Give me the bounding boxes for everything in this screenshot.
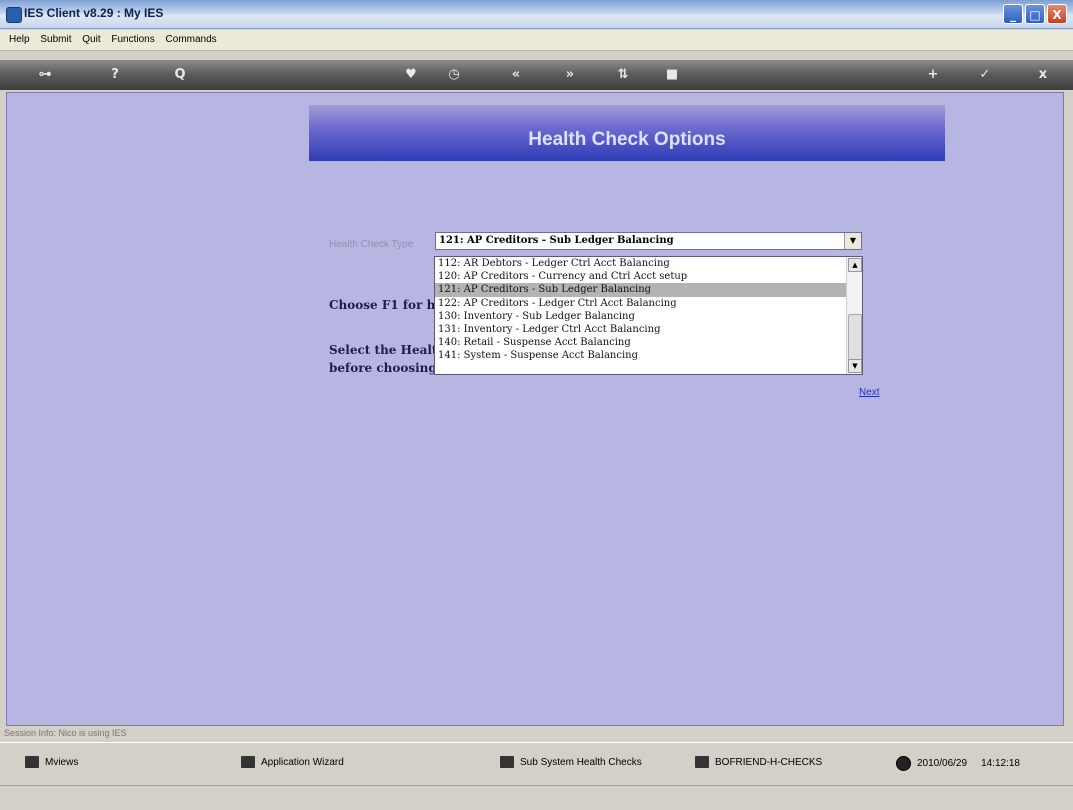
close-panel-icon[interactable]: x [1035, 67, 1051, 83]
app-wizard-label: Application Wizard [261, 756, 344, 768]
next-link[interactable]: Next [859, 387, 880, 398]
heart-icon[interactable]: ♥ [403, 67, 419, 83]
menu-submit[interactable]: Submit [36, 30, 75, 49]
page-title: Health Check Options [528, 129, 726, 150]
instruction-line-2: Select the Healt [329, 343, 438, 357]
main-panel: Health Check Options Health Check Type 1… [6, 92, 1064, 726]
toolbar: ⊶ ? Q ♥ ◷ « » ⇅ ■ + ✓ x [0, 60, 1073, 90]
help-icon[interactable]: ? [107, 67, 123, 83]
list-item[interactable]: 120: AP Creditors - Currency and Ctrl Ac… [435, 270, 848, 283]
back-icon[interactable]: « [508, 67, 524, 83]
session-info: Session Info: Nico is using IES [0, 727, 1073, 741]
menu-functions[interactable]: Functions [107, 30, 158, 49]
mviews-label: Mviews [45, 756, 79, 768]
scroll-up-icon[interactable]: ▲ [848, 258, 862, 272]
selected-value: 121: AP Creditors - Sub Ledger Balancing [439, 235, 674, 246]
banner: Health Check Options [309, 105, 945, 161]
scrollbar[interactable]: ▲ ▼ [846, 257, 862, 374]
subsystem-label: Sub System Health Checks [520, 756, 642, 768]
date-label: 2010/06/29 [917, 758, 968, 769]
clock-icon[interactable]: ◷ [446, 67, 462, 83]
refresh-icon[interactable]: ⇅ [615, 67, 631, 83]
clock-icon [896, 756, 911, 771]
key-icon[interactable]: ⊶ [30, 67, 60, 83]
close-button[interactable]: X [1047, 4, 1067, 24]
bottom-taskbar: Mviews Application Wizard Sub System Hea… [0, 742, 1073, 783]
list-item[interactable]: 112: AR Debtors - Ledger Ctrl Acct Balan… [435, 257, 848, 270]
list-item[interactable]: 122: AP Creditors - Ledger Ctrl Acct Bal… [435, 297, 848, 310]
session-text: Session Info: Nico is using IES [4, 728, 127, 738]
boframe-button[interactable]: BOFRIEND-H-CHECKS [695, 756, 822, 768]
instruction-line-3: before choosing [329, 361, 437, 375]
instruction-line-1: Choose F1 for he [329, 298, 443, 312]
search-icon[interactable]: Q [172, 67, 188, 83]
mviews-button[interactable]: Mviews [25, 756, 78, 768]
stop-icon[interactable]: ■ [664, 67, 680, 83]
health-check-type-label: Health Check Type [329, 239, 414, 250]
ok-icon[interactable]: ✓ [977, 67, 993, 83]
app-icon [6, 7, 22, 23]
frame-icon [695, 756, 709, 768]
mviews-icon [25, 756, 39, 768]
title-bar: IES Client v8.29 : My IES _ □ X [0, 0, 1073, 29]
subsystem-health-checks-button[interactable]: Sub System Health Checks [500, 756, 642, 768]
minimize-button[interactable]: _ [1003, 4, 1023, 24]
list-item[interactable]: 131: Inventory - Ledger Ctrl Acct Balanc… [435, 323, 848, 336]
window-controls: _ □ X [1003, 4, 1067, 24]
menu-bar: Help Submit Quit Functions Commands [0, 30, 1073, 51]
maximize-button[interactable]: □ [1025, 4, 1045, 24]
boframe-label: BOFRIEND-H-CHECKS [715, 756, 823, 768]
footer-strip [0, 785, 1073, 810]
datetime: 2010/06/29 14:12:18 [896, 756, 1020, 771]
list-item-selected[interactable]: 121: AP Creditors - Sub Ledger Balancing [435, 283, 848, 297]
list-item[interactable]: 141: System - Suspense Acct Balancing [435, 349, 848, 362]
forward-icon[interactable]: » [562, 67, 578, 83]
menu-quit[interactable]: Quit [78, 30, 104, 49]
wizard-icon [241, 756, 255, 768]
menu-commands[interactable]: Commands [162, 30, 221, 49]
time-label: 14:12:18 [981, 758, 1020, 769]
chevron-down-icon[interactable]: ▼ [844, 233, 861, 249]
scroll-down-icon[interactable]: ▼ [848, 359, 862, 373]
list-item[interactable]: 140: Retail - Suspense Acct Balancing [435, 336, 848, 349]
window-title: IES Client v8.29 : My IES [24, 6, 164, 20]
health-check-type-select[interactable]: 121: AP Creditors - Sub Ledger Balancing… [435, 232, 862, 250]
menu-help[interactable]: Help [5, 30, 34, 49]
app-wizard-button[interactable]: Application Wizard [241, 756, 344, 768]
list-item[interactable]: 130: Inventory - Sub Ledger Balancing [435, 310, 848, 323]
add-icon[interactable]: + [925, 67, 941, 83]
arrow-icon [500, 756, 514, 768]
health-check-dropdown-list: 112: AR Debtors - Ledger Ctrl Acct Balan… [434, 256, 863, 375]
